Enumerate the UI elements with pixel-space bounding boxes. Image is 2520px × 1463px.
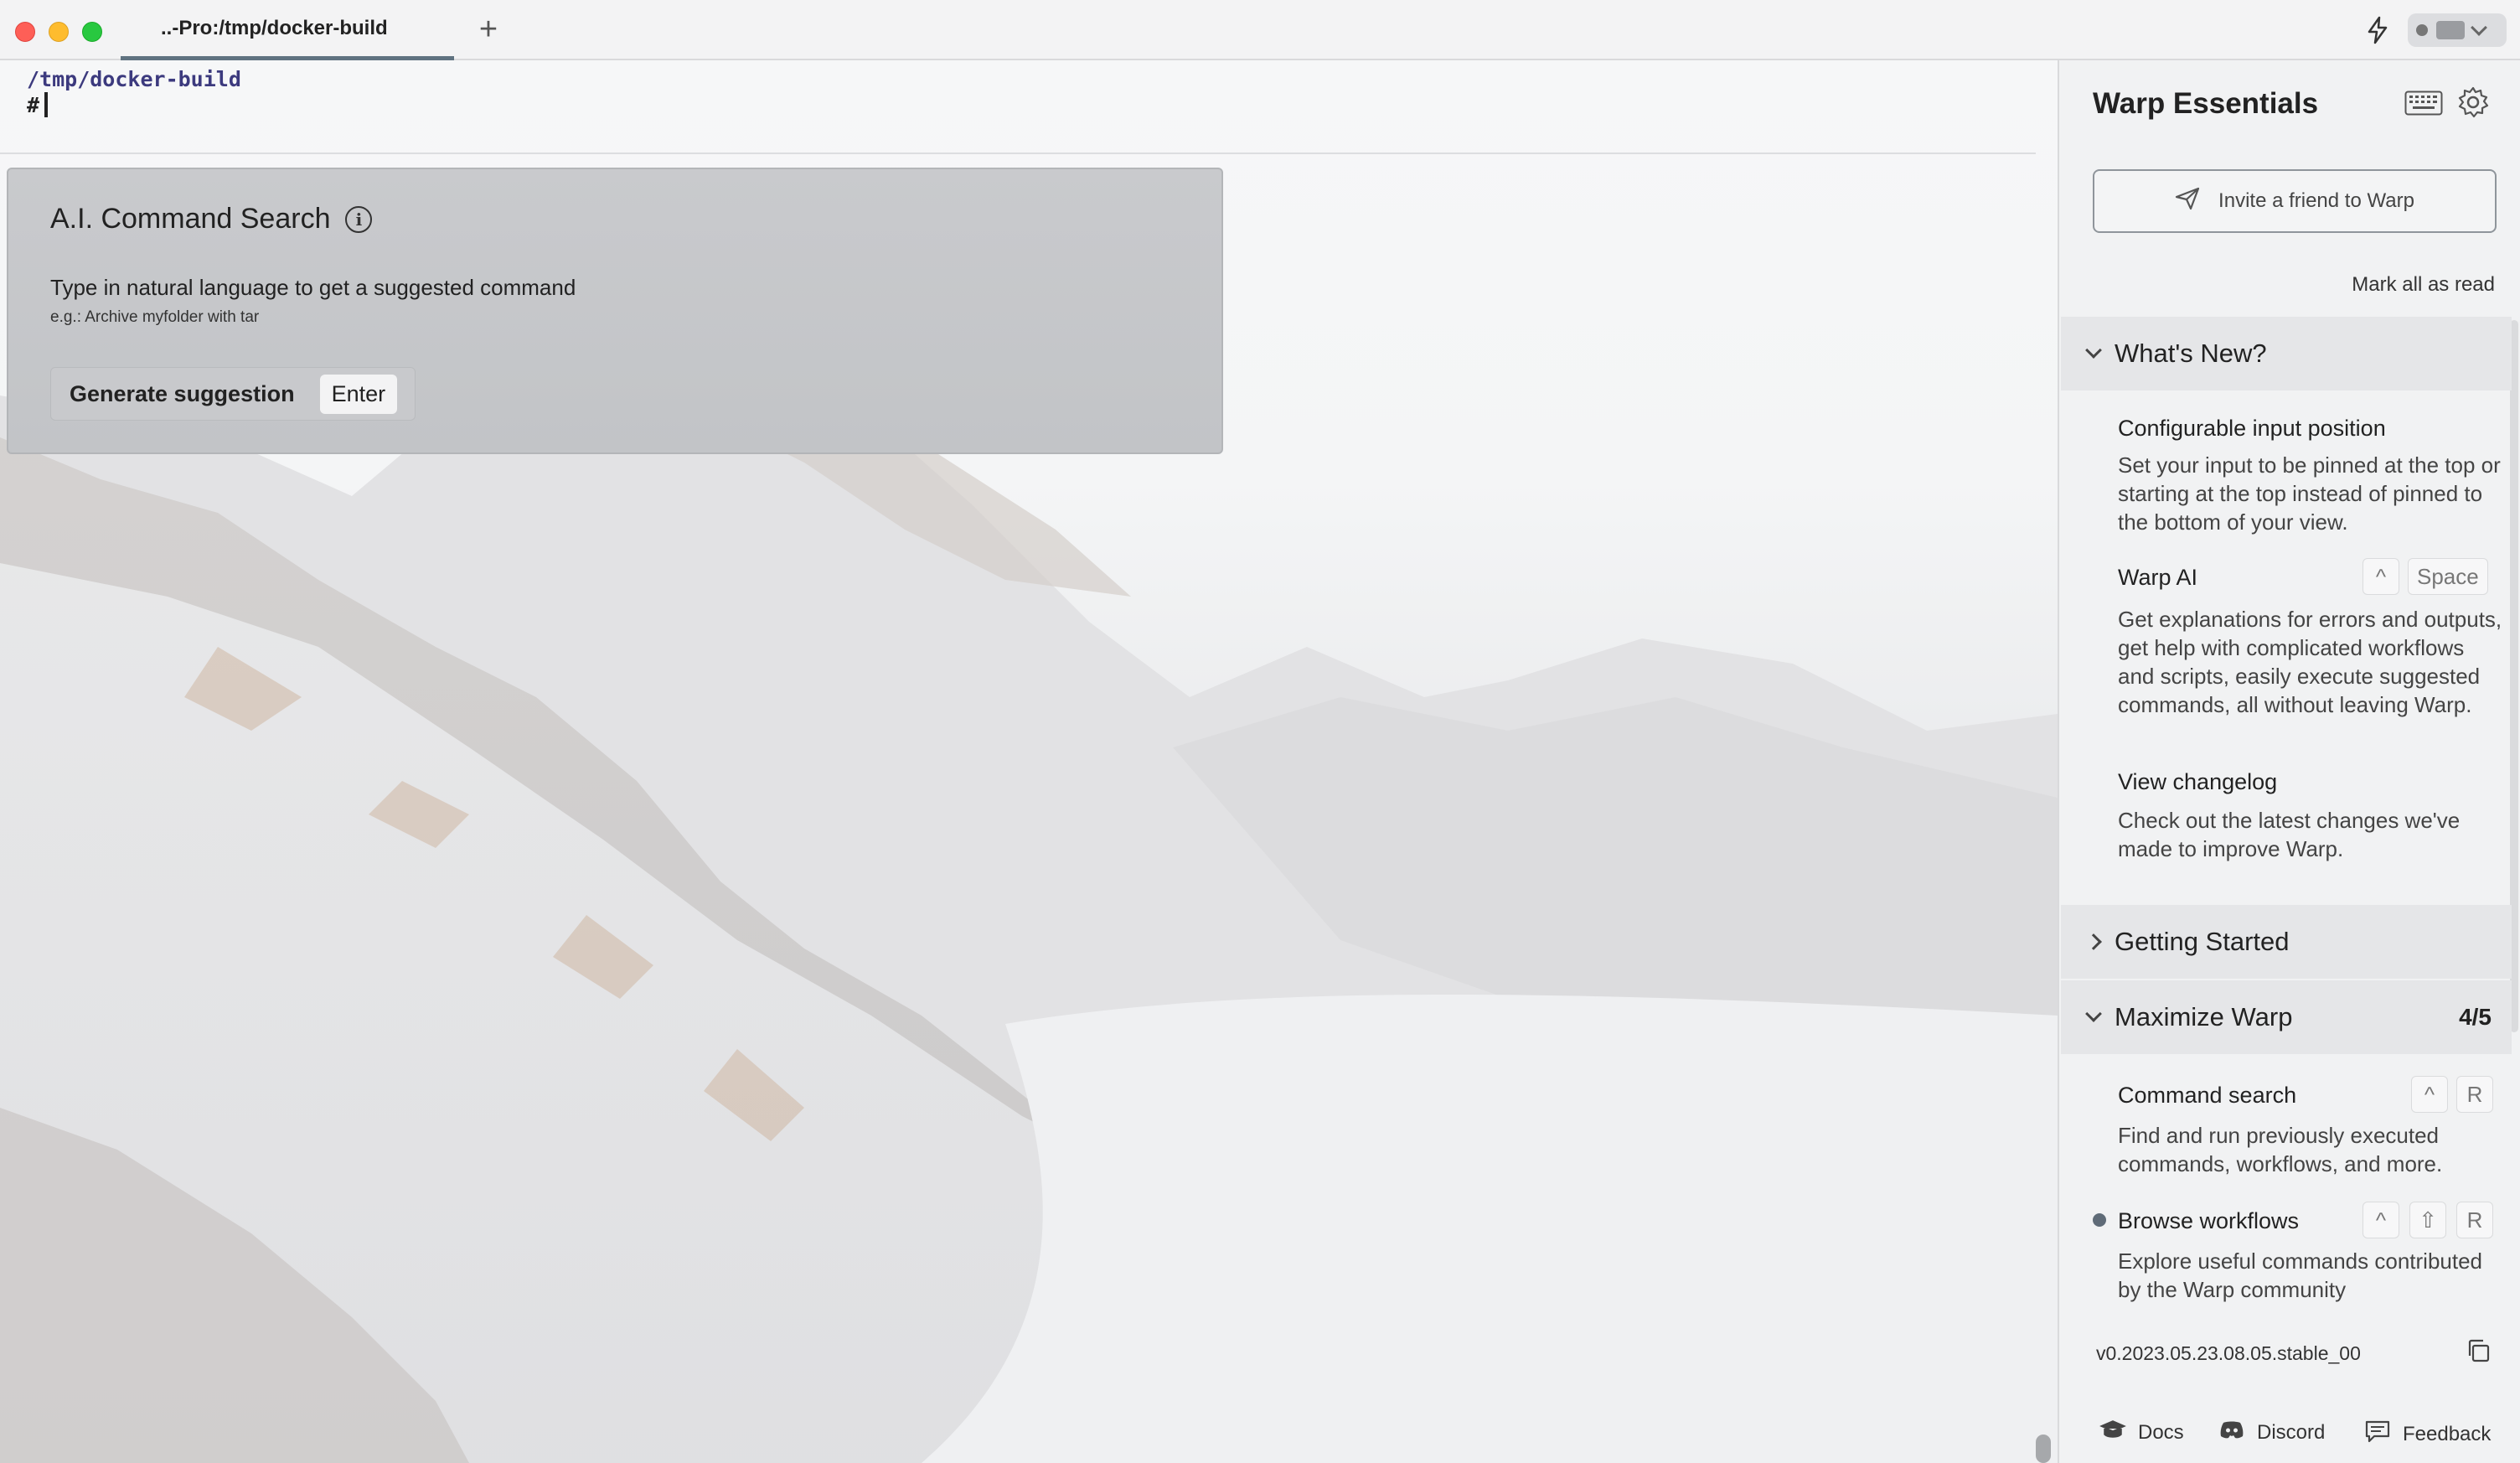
new-tab-button[interactable]: + [469,10,508,49]
warp-window: ..-Pro:/tmp/docker-build + /tmp/docker-b… [0,0,2520,1463]
docs-label: Docs [2138,1420,2184,1444]
chevron-right-icon [2085,933,2102,950]
generate-suggestion-label: Generate suggestion [70,380,295,406]
item-browse-workflows-desc: Explore useful commands contributed by t… [2118,1248,2483,1302]
chevron-down-icon [2471,19,2487,36]
chevron-down-icon [2085,342,2102,359]
status-dot-icon [2416,24,2428,36]
tab-docker-build[interactable]: ..-Pro:/tmp/docker-build [121,0,454,60]
invite-friend-button[interactable]: Invite a friend to Warp [2093,169,2497,233]
docs-icon [2099,1419,2126,1445]
ai-command-search-heading: A.I. Command Search [50,203,331,235]
item-view-changelog-title[interactable]: View changelog [2118,769,2277,795]
theme-switcher[interactable] [2408,13,2507,47]
ai-example: e.g.: Archive myfolder with tar [50,308,260,326]
version-label: v0.2023.05.23.08.05.stable_00 [2096,1342,2361,1364]
info-icon[interactable]: i [345,205,373,233]
keycap-shift: ⇧ [2409,1202,2446,1238]
close-window-button[interactable] [15,22,35,42]
docs-link[interactable]: Docs [2099,1419,2184,1445]
copy-icon[interactable] [2465,1337,2492,1368]
unread-dot [2093,1213,2106,1227]
keycap-r: R [2456,1076,2493,1113]
gear-icon[interactable] [2456,85,2490,123]
keycap-ctrl: ^ [2362,1202,2399,1238]
ai-command-search-panel: A.I. Command Search i Type in natural la… [7,168,1223,454]
progress-count: 4/5 [2459,1004,2492,1030]
keycap-space: Space [2408,558,2488,595]
section-whats-new[interactable]: What's New? [2061,317,2512,390]
chat-bubble-icon [2364,1419,2391,1449]
prompt-symbol: # [27,92,40,117]
item-warp-ai-desc: Get explanations for errors and outputs,… [2118,607,2502,717]
window-layout-icon [2436,21,2465,39]
enter-keycap: Enter [319,374,398,414]
item-browse-workflows-title[interactable]: Browse workflows [2118,1208,2299,1234]
terminal-scrollbar[interactable] [2036,1435,2051,1463]
feedback-link[interactable]: Feedback [2364,1419,2491,1449]
warp-essentials-sidebar: Warp Essentials Invite a friend to Warp [2058,60,2520,1463]
terminal-pane[interactable]: /tmp/docker-build # A.I. Command Search … [0,60,2058,1463]
keycap-ctrl: ^ [2411,1076,2448,1113]
section-maximize-warp-label: Maximize Warp [2115,1002,2293,1031]
invite-friend-label: Invite a friend to Warp [2218,189,2414,212]
item-command-search-desc: Find and run previously executed command… [2118,1123,2443,1176]
section-maximize-warp[interactable]: Maximize Warp 4/5 [2061,980,2512,1054]
item-configurable-input-desc: Set your input to be pinned at the top o… [2118,452,2501,535]
lightning-icon[interactable] [2361,13,2394,47]
section-getting-started[interactable]: Getting Started [2061,905,2512,979]
discord-link[interactable]: Discord [2218,1419,2325,1445]
mark-all-read-link[interactable]: Mark all as read [2352,273,2495,297]
generate-suggestion-button[interactable]: Generate suggestion Enter [50,367,416,421]
keyboard-icon[interactable] [2404,90,2443,120]
section-whats-new-label: What's New? [2115,339,2267,368]
keycap-ctrl: ^ [2362,558,2399,595]
ai-description: Type in natural language to get a sugges… [50,275,576,300]
chevron-down-icon [2085,1005,2102,1022]
text-cursor [44,92,49,117]
discord-icon [2218,1419,2245,1445]
current-directory: /tmp/docker-build [27,67,241,91]
item-command-search-title[interactable]: Command search [2118,1083,2296,1109]
discord-label: Discord [2257,1420,2326,1444]
item-configurable-input-title[interactable]: Configurable input position [2118,416,2386,442]
ai-command-search-title: A.I. Command Search i [50,203,373,235]
command-input[interactable]: # [27,92,49,117]
minimize-window-button[interactable] [49,22,69,42]
zoom-window-button[interactable] [82,22,102,42]
item-view-changelog-desc: Check out the latest changes we've made … [2118,808,2461,861]
section-getting-started-label: Getting Started [2115,927,2290,956]
prompt-block: /tmp/docker-build # [0,60,2036,154]
feedback-label: Feedback [2403,1422,2492,1445]
send-icon [2175,187,2200,216]
title-bar: ..-Pro:/tmp/docker-build + [0,0,2520,60]
item-warp-ai-title[interactable]: Warp AI [2118,565,2197,591]
sidebar-title: Warp Essentials [2093,87,2319,120]
keycap-r: R [2456,1202,2493,1238]
